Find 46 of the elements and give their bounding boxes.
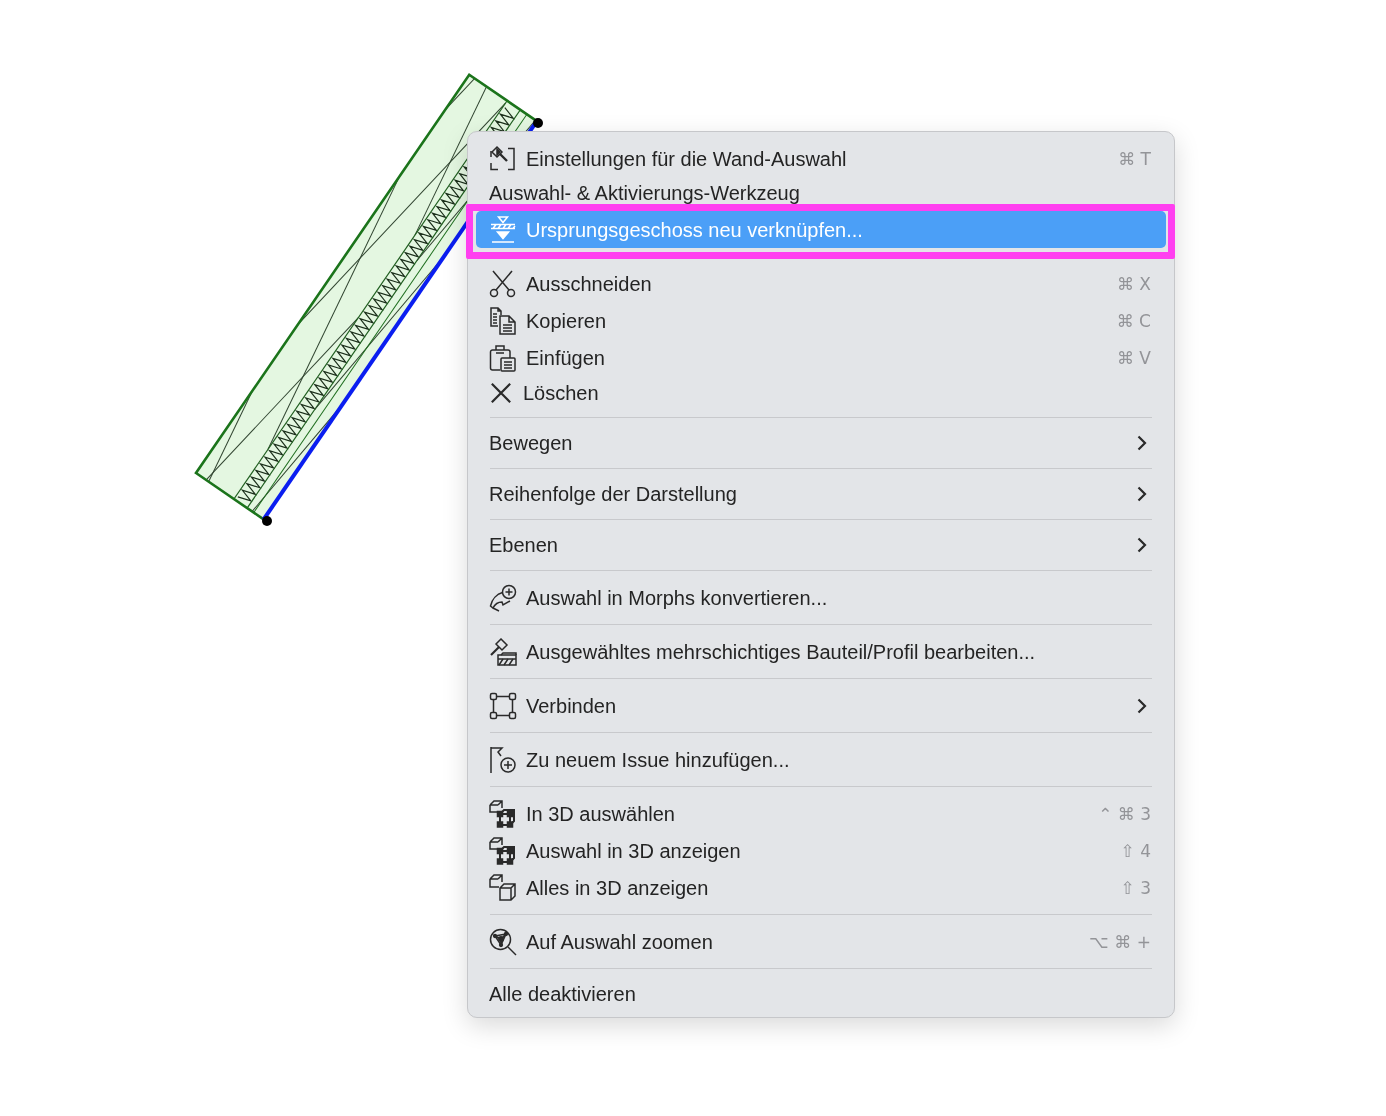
menu-item[interactable]: Alles in 3D anzeigen ⇧ 3 <box>476 869 1166 906</box>
keyboard-shortcut: ⌘ C <box>1116 310 1151 331</box>
hammer-layers-icon <box>489 637 517 666</box>
zoom-icon <box>489 927 517 956</box>
keyboard-shortcut: ⌘ T <box>1118 148 1151 169</box>
keyboard-shortcut: ⌘ X <box>1116 273 1151 294</box>
cube-select-icon <box>489 799 517 828</box>
clipboard-icon <box>489 343 517 372</box>
copy-icon <box>489 306 517 335</box>
hammer-icon <box>489 144 517 173</box>
keyboard-shortcut: ⇧ 3 <box>1120 877 1151 898</box>
menu-item[interactable]: Kopieren ⌘ C <box>476 302 1166 339</box>
menu-item[interactable]: Ebenen <box>476 528 1166 562</box>
chevron-right-icon <box>1137 486 1147 502</box>
menu-item[interactable]: Alle deaktivieren <box>476 977 1166 1011</box>
keyboard-shortcut: ⌥ ⌘ + <box>1089 931 1151 952</box>
menu-item[interactable]: Bewegen <box>476 426 1166 460</box>
keyboard-shortcut: ⌃ ⌘ 3 <box>1098 803 1151 824</box>
menu-item[interactable]: Einstellungen für die Wand-Auswahl ⌘ T <box>476 140 1166 177</box>
menu-item[interactable]: Ausschneiden ⌘ X <box>476 265 1166 302</box>
scissors-icon <box>489 269 517 298</box>
connect-nodes-icon <box>489 691 517 720</box>
delete-icon <box>490 381 512 404</box>
morph-plus-icon <box>489 583 517 612</box>
chevron-right-icon <box>1137 697 1147 714</box>
menu-item[interactable]: Auswahl in Morphs konvertieren... <box>476 579 1166 616</box>
level-marker-icon <box>489 215 517 244</box>
menu-item[interactable]: Zu neuem Issue hinzufügen... <box>476 741 1166 778</box>
chevron-right-icon <box>1137 537 1147 553</box>
flag-plus-icon <box>489 745 517 774</box>
menu-item[interactable]: Reihenfolge der Darstellung <box>476 477 1166 511</box>
cubes-icon <box>489 873 517 902</box>
menu-item[interactable]: Einfügen ⌘ V <box>476 339 1166 376</box>
menu-item[interactable]: In 3D auswählen ⌃ ⌘ 3 <box>476 795 1166 832</box>
menu-item[interactable]: Auswahl in 3D anzeigen ⇧ 4 <box>476 832 1166 869</box>
selection-handle-icon[interactable] <box>262 516 272 526</box>
menu-item[interactable]: Auf Auswahl zoomen ⌥ ⌘ + <box>476 923 1166 960</box>
menu-item[interactable]: Verbinden <box>476 687 1166 724</box>
keyboard-shortcut: ⌘ V <box>1116 347 1151 368</box>
cube-select-icon <box>489 836 517 865</box>
keyboard-shortcut: ⇧ 4 <box>1120 840 1151 861</box>
menu-item[interactable]: Ausgewähltes mehrschichtiges Bauteil/Profil bearbeiten... <box>476 633 1166 670</box>
chevron-right-icon <box>1137 435 1147 451</box>
menu-item[interactable]: Auswahl- & Aktivierungs-Werkzeug <box>476 177 1166 204</box>
selection-handle-icon[interactable] <box>533 118 543 128</box>
menu-item[interactable]: Löschen <box>476 376 1166 409</box>
